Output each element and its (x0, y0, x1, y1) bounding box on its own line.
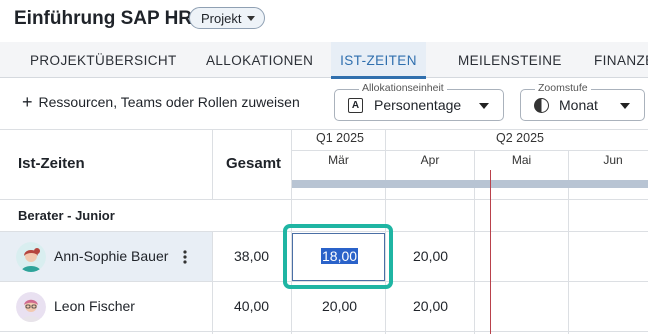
month-label: Mär (328, 153, 349, 167)
column-divider (568, 150, 569, 334)
app-title: Einführung SAP HR (14, 8, 193, 29)
month-label: Mai (511, 153, 532, 167)
zoom-level-select[interactable]: Zoomstufe Monat (520, 82, 645, 121)
tab-bar: PROJEKTÜBERSICHT ALLOKATIONEN IST-ZEITEN… (0, 42, 648, 79)
allocation-unit-select[interactable]: Allokationseinheit A Personentage (334, 82, 504, 121)
timeline-bar (292, 180, 648, 188)
project-badge-dropdown[interactable]: Projekt (189, 7, 266, 29)
tab-ist-zeiten[interactable]: IST-ZEITEN (331, 42, 426, 79)
grid-header-divider (0, 199, 648, 200)
allocation-unit-value: Personentage (374, 97, 462, 113)
month-label: Apr (420, 153, 440, 167)
column-divider (212, 232, 213, 334)
chevron-down-icon (479, 103, 489, 109)
assign-resources-label: Ressourcen, Teams oder Rollen zuweisen (38, 94, 300, 110)
tab-finanzen[interactable]: FINANZE (594, 42, 648, 78)
resource-name: Leon Fischer (54, 298, 135, 314)
group-label: Berater - Junior (18, 208, 115, 223)
unit-letter-icon: A (348, 98, 363, 113)
total-value: 40,00 (234, 298, 270, 314)
quarter-label: Q2 2025 (496, 131, 544, 145)
grid-top-border (0, 129, 648, 130)
plus-icon: + (22, 92, 33, 112)
quarter-divider (292, 150, 648, 151)
zoom-level-value: Monat (559, 97, 598, 113)
allocation-unit-label: Allokationseinheit (359, 82, 447, 94)
month-label: Jun (603, 153, 623, 167)
column-divider (212, 129, 213, 199)
tab-meilensteine[interactable]: MEILENSTEINE (458, 42, 562, 78)
cell-selected-text: 18,00 (321, 248, 359, 264)
column-divider (474, 150, 475, 334)
project-badge-label: Projekt (201, 10, 242, 26)
tab-allokationen[interactable]: ALLOKATIONEN (206, 42, 313, 78)
grid-title: Ist-Zeiten (18, 155, 85, 172)
avatar (16, 292, 46, 322)
chevron-down-icon (247, 15, 256, 21)
zoom-level-label: Zoomstufe (535, 82, 591, 94)
resource-name: Ann-Sophie Bauer (54, 248, 169, 264)
quarter-label: Q1 2025 (316, 131, 364, 145)
half-moon-icon (534, 98, 549, 113)
today-marker (490, 170, 491, 334)
tab-projektuebersicht[interactable]: PROJEKTÜBERSICHT (30, 42, 177, 78)
assign-resources-button[interactable]: + Ressourcen, Teams oder Rollen zuweisen (22, 92, 300, 112)
row-divider (0, 331, 648, 332)
chevron-down-icon (620, 103, 630, 109)
more-vertical-icon[interactable] (183, 249, 187, 265)
actuals-cell[interactable]: 20,00 (413, 298, 448, 314)
total-value: 38,00 (234, 248, 270, 264)
actuals-cell[interactable]: 20,00 (322, 298, 357, 314)
avatar (16, 242, 46, 272)
actuals-cell[interactable]: 20,00 (413, 248, 448, 264)
total-column-header: Gesamt (226, 155, 282, 172)
actuals-cell-input[interactable]: 18,00 (292, 233, 385, 281)
